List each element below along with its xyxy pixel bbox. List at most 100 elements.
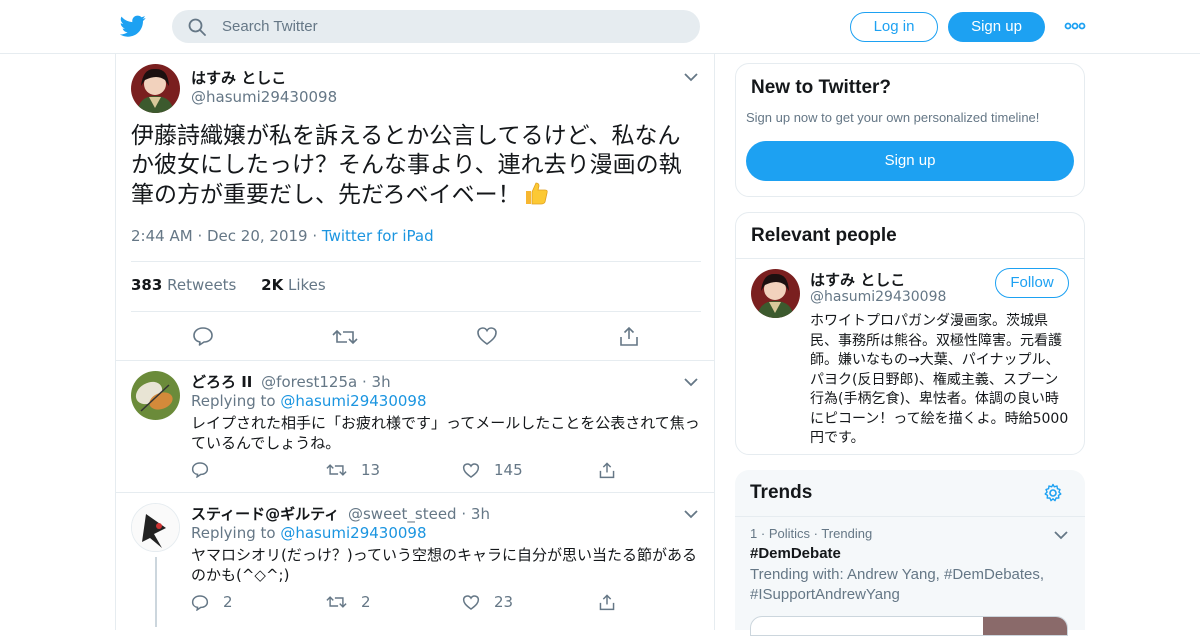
tweet-time[interactable]: 2:44 AM: [131, 227, 193, 245]
likes-stat[interactable]: 2K Likes: [261, 276, 326, 294]
reply-time-separator: ·: [461, 505, 471, 523]
reply-author-name[interactable]: スティード@ギルティ: [191, 505, 339, 523]
trends-title: Trends: [750, 482, 813, 503]
reply-action-reply[interactable]: [191, 461, 223, 478]
reply-author-avatar[interactable]: [131, 371, 180, 420]
reply-text: レイプされた相手に「お疲れ様です」ってメールしたことを公表されて焦っているんでし…: [191, 414, 700, 452]
retweet-count: 2: [361, 593, 371, 611]
like-heart-icon[interactable]: [476, 326, 498, 346]
trend-with: Trending with: Andrew Yang, #DemDebates,…: [750, 566, 1045, 603]
trend-media-card[interactable]: [750, 616, 1068, 636]
reply-action-retweet[interactable]: 2: [326, 593, 371, 611]
like-count: 23: [494, 593, 514, 611]
share-icon[interactable]: [598, 461, 616, 479]
reply-tweet[interactable]: スティード@ギルティ @sweet_steed · 3h Replying to…: [116, 492, 714, 630]
retweets-label: Retweets: [167, 276, 237, 294]
tweet-meta: 2:44 AM · Dec 20, 2019 · Twitter for iPa…: [131, 227, 434, 245]
tweet-author-handle[interactable]: @hasumi29430098: [191, 88, 337, 106]
replying-to: Replying to @hasumi29430098: [191, 524, 427, 542]
replying-to-label: Replying to: [191, 524, 276, 542]
retweet-icon[interactable]: [332, 327, 358, 347]
author-portrait-image: [751, 269, 800, 318]
divider: [131, 261, 701, 262]
meta-separator: ·: [197, 227, 207, 245]
replying-to-label: Replying to: [191, 392, 276, 410]
twitter-logo-icon[interactable]: [120, 13, 146, 39]
relevant-people-card: Relevant people はすみ としこ @hasumi29430098 …: [735, 212, 1085, 455]
reply-time[interactable]: 3h: [372, 373, 391, 391]
reply-author-handle[interactable]: @sweet_steed: [348, 505, 457, 523]
reply-header: スティード@ギルティ @sweet_steed · 3h: [191, 503, 490, 524]
person-name[interactable]: はすみ としこ: [810, 269, 905, 290]
character-avatar-image: [132, 504, 179, 551]
reply-author-handle[interactable]: @forest125a: [261, 373, 357, 391]
tweet-author-name[interactable]: はすみ としこ: [191, 67, 286, 88]
like-heart-icon: [462, 594, 480, 610]
retweet-icon: [326, 596, 347, 608]
like-count: 145: [494, 461, 523, 479]
share-icon[interactable]: [618, 325, 640, 347]
trend-rank: 1: [750, 526, 758, 541]
signup-button[interactable]: Sign up: [948, 12, 1045, 42]
search-input[interactable]: [222, 10, 682, 43]
retweets-stat[interactable]: 383 Retweets: [131, 276, 236, 294]
chevron-down-icon[interactable]: [684, 72, 698, 82]
reply-icon: [191, 462, 209, 478]
divider: [131, 311, 701, 312]
settings-gear-icon[interactable]: [1043, 483, 1063, 503]
chevron-down-icon[interactable]: [1054, 530, 1068, 540]
reply-author-name[interactable]: どろろ II: [191, 373, 252, 391]
person-avatar[interactable]: [751, 269, 800, 318]
divider: [736, 258, 1084, 259]
thumbs-up-emoji-icon: [525, 182, 548, 205]
trend-media-thumbnail: [983, 617, 1067, 635]
chevron-down-icon[interactable]: [684, 377, 698, 387]
thread-line: [155, 557, 157, 627]
retweet-count: 13: [361, 461, 381, 479]
reply-count: 2: [223, 593, 233, 611]
share-icon[interactable]: [598, 593, 616, 611]
person-bio: ホワイトプロパガンダ漫画家。茨城県民、事務所は熊谷。双極性障害。元看護師。嫌いな…: [810, 313, 1069, 446]
trend-meta: 1 · Politics · Trending: [750, 526, 1070, 541]
replying-to: Replying to @hasumi29430098: [191, 392, 427, 410]
reply-time-separator: ·: [362, 373, 372, 391]
reply-author-avatar[interactable]: [131, 503, 180, 552]
like-heart-icon: [462, 462, 480, 478]
likes-count: 2K: [261, 276, 284, 294]
reply-action-retweet[interactable]: 13: [326, 461, 380, 479]
reply-tweet[interactable]: どろろ II @forest125a · 3h Replying to @has…: [116, 360, 714, 492]
reply-time[interactable]: 3h: [471, 505, 490, 523]
butterfly-avatar-image: [131, 371, 180, 420]
chevron-down-icon[interactable]: [684, 509, 698, 519]
divider: [735, 516, 1085, 517]
tweet-author-avatar[interactable]: [131, 64, 180, 113]
new-to-twitter-subtitle: Sign up now to get your own personalized…: [746, 110, 1040, 125]
reply-header: どろろ II @forest125a · 3h: [191, 371, 391, 392]
tweet-stats: 383 Retweets 2K Likes: [131, 276, 326, 294]
sidebar-signup-button[interactable]: Sign up: [746, 141, 1074, 181]
search-icon: [188, 18, 206, 36]
replying-to-link[interactable]: @hasumi29430098: [280, 392, 426, 410]
likes-label: Likes: [288, 276, 326, 294]
trend-item[interactable]: 1 · Politics · Trending #DemDebate Trend…: [750, 526, 1070, 605]
reply-action-like[interactable]: 145: [462, 461, 523, 479]
trend-name[interactable]: #DemDebate: [750, 545, 1070, 562]
follow-button[interactable]: Follow: [995, 268, 1069, 298]
retweets-count: 383: [131, 276, 163, 294]
reply-action-reply[interactable]: 2: [191, 593, 233, 611]
relevant-people-title: Relevant people: [751, 225, 897, 246]
main-timeline-column: はすみ としこ @hasumi29430098 伊藤詩織嬢が私を訴えるとか公言し…: [115, 54, 715, 630]
retweet-icon: [326, 464, 347, 476]
replying-to-link[interactable]: @hasumi29430098: [280, 524, 426, 542]
author-portrait-image: [131, 64, 180, 113]
more-options-icon[interactable]: [1064, 18, 1086, 34]
tweet-source-link[interactable]: Twitter for iPad: [322, 227, 434, 245]
reply-icon[interactable]: [192, 326, 214, 346]
person-handle[interactable]: @hasumi29430098: [810, 289, 946, 305]
reply-action-like[interactable]: 23: [462, 593, 513, 611]
login-button[interactable]: Log in: [850, 12, 938, 42]
tweet-text: 伊藤詩織嬢が私を訴えるとか公言してるけど、私なんか彼女にしたっけ？そんな事より、…: [131, 122, 701, 210]
search-bar[interactable]: [172, 10, 700, 43]
tweet-date[interactable]: Dec 20, 2019: [207, 227, 308, 245]
new-to-twitter-title: New to Twitter?: [751, 77, 892, 98]
